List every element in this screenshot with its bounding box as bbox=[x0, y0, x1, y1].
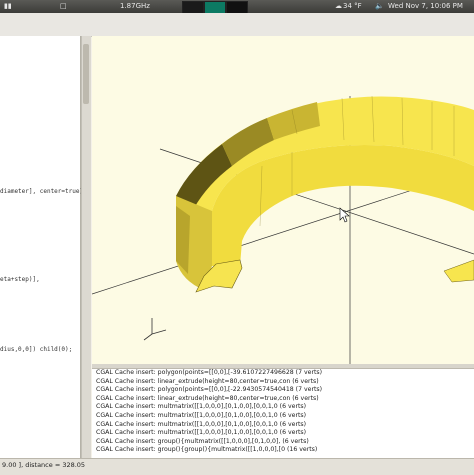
model-right-end bbox=[443, 259, 474, 283]
panel-window-indicator[interactable]: □ bbox=[60, 0, 67, 13]
system-top-panel: ▮▮ □ 1.87GHz ☁ 34 °F 🔈 Wed Nov 7, 10:06 … bbox=[0, 0, 474, 14]
console-line: CGAL Cache insert: multmatrix([[1,0,0,0]… bbox=[96, 429, 307, 437]
3d-model[interactable] bbox=[176, 95, 474, 293]
cpu-frequency[interactable]: 1.87GHz bbox=[120, 0, 150, 13]
menu-bar bbox=[0, 13, 474, 37]
weather-reading[interactable]: 34 °F bbox=[343, 0, 362, 13]
console-line: CGAL Cache insert: group(){group(){multm… bbox=[96, 446, 318, 454]
mouse-pointer-icon bbox=[339, 207, 350, 223]
clock[interactable]: Wed Nov 7, 10:06 PM bbox=[388, 0, 463, 13]
console-line: CGAL Cache insert: polygon(points=[[0,0]… bbox=[96, 369, 323, 376]
panel-left-icon[interactable]: ▮▮ bbox=[4, 0, 12, 13]
editor-scrollbar[interactable] bbox=[81, 36, 91, 458]
volume-icon[interactable]: 🔈 bbox=[375, 0, 384, 13]
console-line: CGAL Cache insert: linear_extrude(height… bbox=[96, 377, 319, 385]
code-editor[interactable]: diameter], center=true); eta+step)], diu… bbox=[0, 36, 87, 458]
console-line: CGAL Cache insert: multmatrix([[1,0,0,0]… bbox=[96, 411, 307, 419]
console-line: CGAL Cache insert: group(){multmatrix([[… bbox=[96, 437, 309, 445]
scrollbar-thumb[interactable] bbox=[83, 44, 89, 104]
console-output: CGAL Cache insert: polygon(points=[[0,0]… bbox=[92, 368, 474, 459]
render-canvas[interactable] bbox=[92, 36, 474, 364]
weather-icon[interactable]: ☁ bbox=[335, 0, 342, 13]
console-line: CGAL Cache insert: multmatrix([[1,0,0,0]… bbox=[96, 420, 307, 428]
editor-line[interactable]: dius,0,0]) child(0); bbox=[0, 346, 72, 353]
console-line: CGAL Cache insert: multmatrix([[1,0,0,0]… bbox=[96, 403, 307, 411]
xyz-axes-icon bbox=[143, 318, 167, 341]
editor-line[interactable]: diameter], center=true); bbox=[0, 188, 87, 195]
console-line: CGAL Cache insert: polygon(points=[[0,0]… bbox=[96, 386, 323, 394]
editor-line[interactable]: eta+step)], bbox=[0, 276, 40, 283]
status-bar: 9.00 ], distance = 328.05 bbox=[0, 458, 474, 475]
console-line: CGAL Cache insert: linear_extrude(height… bbox=[96, 394, 319, 402]
viewport-status: 9.00 ], distance = 328.05 bbox=[2, 461, 86, 469]
3d-viewport[interactable] bbox=[92, 36, 474, 364]
